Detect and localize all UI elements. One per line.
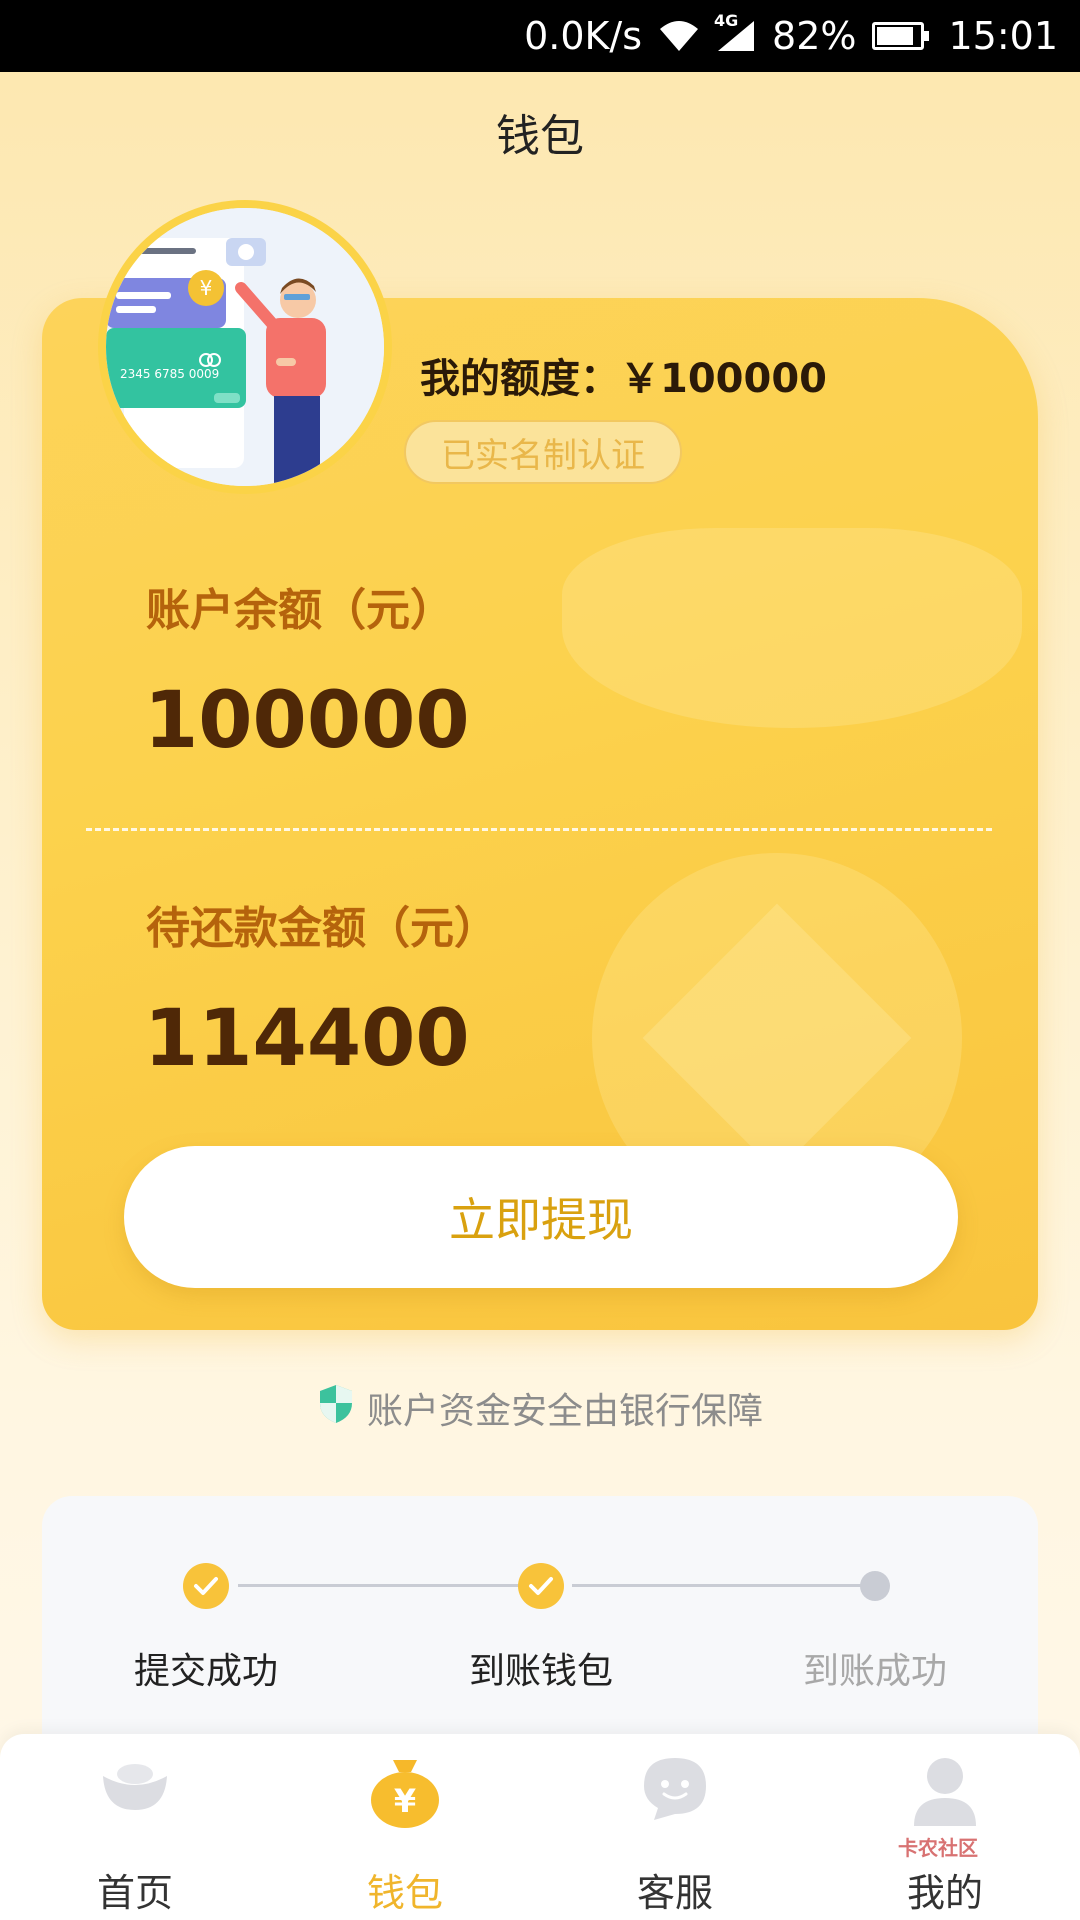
- chat-icon: [640, 1754, 710, 1828]
- svg-text:¥: ¥: [394, 1782, 416, 1820]
- ingot-decoration: [562, 528, 1022, 728]
- money-bag-icon: ¥: [367, 1754, 443, 1834]
- divider: [86, 828, 992, 831]
- battery-percent: 82%: [772, 14, 857, 58]
- status-bar: 0.0K/s 4G 82% 15:01: [0, 0, 1080, 72]
- tab-profile[interactable]: 我的: [810, 1734, 1080, 1920]
- svg-text:¥: ¥: [200, 276, 213, 300]
- withdraw-button[interactable]: 立即提现: [124, 1146, 958, 1288]
- cell-signal-icon: 4G: [714, 11, 756, 53]
- step-label-to-wallet: 到账钱包: [468, 1651, 614, 1692]
- quota-label: 我的额度：￥100000: [420, 356, 827, 402]
- pending-dot-icon: [860, 1571, 890, 1601]
- progress-line-1: [238, 1584, 548, 1587]
- tab-home[interactable]: 首页: [0, 1734, 270, 1920]
- ingot-icon: [99, 1754, 171, 1818]
- page-title: 钱包: [496, 111, 584, 162]
- wallet-illustration: ¥ 2345 6785 0009: [106, 208, 384, 486]
- tab-service[interactable]: 客服: [540, 1734, 810, 1920]
- wifi-icon: [658, 19, 700, 53]
- balance-value: 100000: [144, 676, 470, 766]
- verified-badge: 已实名制认证: [404, 420, 682, 484]
- tab-wallet[interactable]: ¥ 钱包: [270, 1734, 540, 1920]
- due-label: 待还款金额（元）: [146, 903, 498, 954]
- clock: 15:01: [948, 14, 1058, 58]
- step-label-arrived: 到账成功: [802, 1651, 948, 1692]
- tab-profile-label: 我的: [906, 1871, 983, 1915]
- check-icon: [518, 1563, 564, 1609]
- bottom-tab-bar: 首页 ¥ 钱包 客服 我的 卡农社区: [0, 1734, 1080, 1920]
- tab-home-label: 首页: [96, 1871, 173, 1915]
- security-note: 账户资金安全由银行保障: [0, 1382, 1080, 1434]
- progress-line-2: [572, 1584, 886, 1587]
- network-speed: 0.0K/s: [524, 14, 643, 58]
- battery-icon: [872, 22, 930, 50]
- step-label-submitted: 提交成功: [133, 1651, 279, 1692]
- security-note-text: 账户资金安全由银行保障: [366, 1391, 763, 1432]
- due-value: 114400: [144, 994, 470, 1084]
- watermark: 卡农社区: [898, 1836, 978, 1860]
- tab-service-label: 客服: [636, 1871, 713, 1915]
- shield-icon: [317, 1383, 367, 1434]
- card-number-text: 2345 6785 0009: [120, 367, 219, 381]
- check-icon: [183, 1563, 229, 1609]
- balance-label: 账户余额（元）: [146, 585, 454, 636]
- tab-wallet-label: 钱包: [366, 1871, 443, 1915]
- avatar: ¥ 2345 6785 0009: [98, 200, 392, 494]
- network-type-label: 4G: [714, 11, 739, 30]
- user-icon: [910, 1754, 980, 1832]
